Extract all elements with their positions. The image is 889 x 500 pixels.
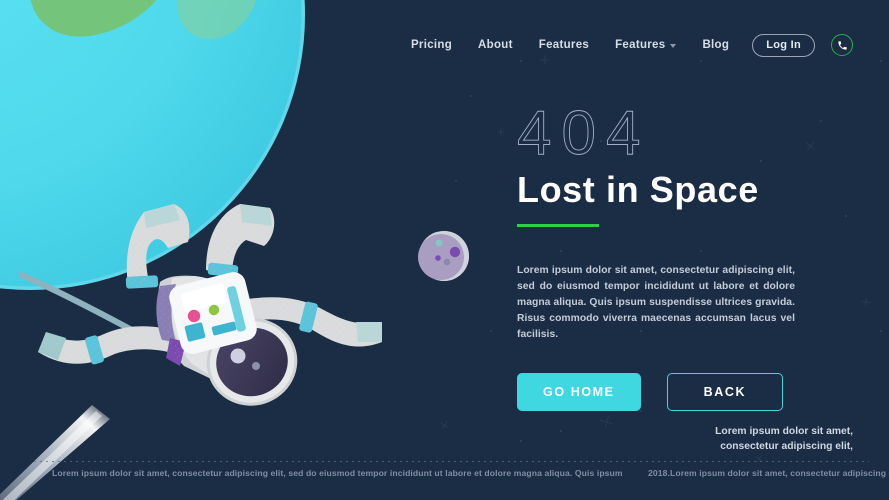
phone-icon xyxy=(837,40,847,50)
nav-links: Pricing About Features Features Blog Log… xyxy=(398,33,853,57)
top-navigation: Pricing About Features Features Blog Log… xyxy=(0,0,889,90)
star-dot xyxy=(880,330,882,332)
star-sparkle xyxy=(753,453,764,464)
nav-item-features[interactable]: Features xyxy=(526,39,602,51)
star-dot xyxy=(470,95,472,97)
login-button[interactable]: Log In xyxy=(752,33,815,57)
accent-underline xyxy=(517,224,599,228)
footer-divider xyxy=(32,461,869,462)
nav-item-about[interactable]: About xyxy=(465,39,526,51)
star-sparkle xyxy=(438,418,451,431)
nav-label: Blog xyxy=(702,39,730,51)
footer-left-text: Lorem ipsum dolor sit amet, consectetur … xyxy=(52,468,623,478)
footer-note-line-2: consectetur adipiscing elit, xyxy=(720,440,853,452)
floating-astronaut xyxy=(20,190,410,420)
nav-label: About xyxy=(478,39,513,51)
footer-right-text: 2018.Lorem ipsum dolor sit amet, consect… xyxy=(648,468,889,478)
nav-label: Features xyxy=(615,39,666,51)
star-dot xyxy=(520,440,522,442)
nav-item-blog[interactable]: Blog xyxy=(689,39,742,51)
hero-description: Lorem ipsum dolor sit amet, consectetur … xyxy=(517,265,795,341)
star-dot xyxy=(455,180,457,182)
star-sparkle xyxy=(497,128,504,135)
footer-note-line-1: Lorem ipsum dolor sit amet, xyxy=(715,426,853,437)
hero-section: 404 Lost in Space Lorem ipsum dolor sit … xyxy=(517,99,847,412)
star-dot xyxy=(490,330,492,332)
nav-label: Pricing xyxy=(410,39,453,51)
star-sparkle xyxy=(862,298,871,307)
nav-item-features-dropdown[interactable]: Features xyxy=(602,39,689,51)
cta-row: GO HOME BACK xyxy=(517,373,847,412)
page-404: Pricing About Features Features Blog Log… xyxy=(0,0,889,500)
nav-item-pricing[interactable]: Pricing xyxy=(398,39,465,51)
nav-label: Features xyxy=(538,39,590,51)
page-title: Lost in Space xyxy=(517,168,759,210)
footer-note: Lorem ipsum dolor sit amet, consectetur … xyxy=(603,425,853,455)
back-button[interactable]: BACK xyxy=(666,373,784,412)
error-code: 404 xyxy=(517,99,651,168)
star-dot xyxy=(560,430,562,432)
go-home-button[interactable]: GO HOME xyxy=(517,373,641,412)
phone-icon-button[interactable] xyxy=(831,34,853,56)
chevron-down-icon xyxy=(670,44,677,48)
moon-planet xyxy=(414,226,474,286)
